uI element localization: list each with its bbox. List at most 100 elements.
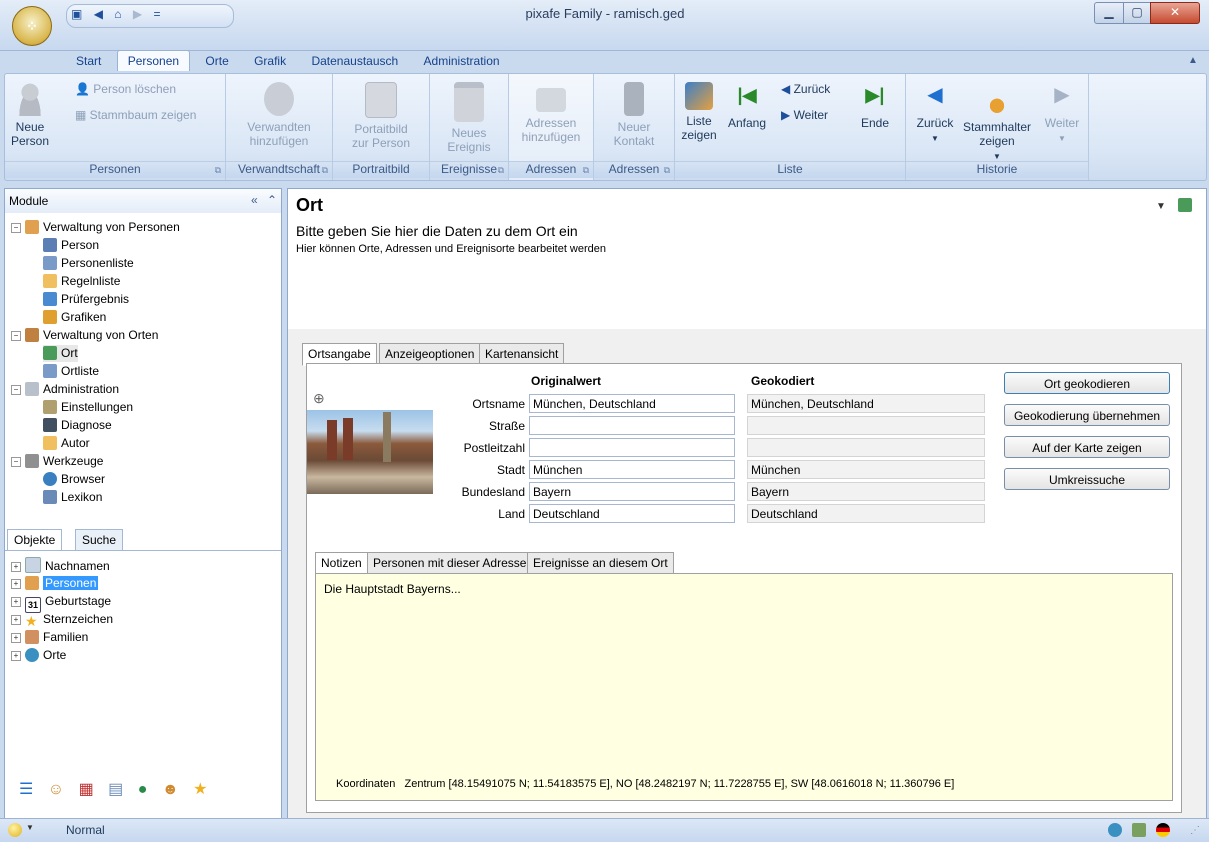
dropdown-icon[interactable]: ▼	[1156, 201, 1166, 212]
save-icon[interactable]: ▣	[67, 5, 86, 23]
tree-item[interactable]: Autor	[43, 435, 90, 452]
notes-textarea[interactable]: Die Hauptstadt Bayerns...	[315, 573, 1173, 801]
stammhalter-zeigen-button[interactable]: Stammhalter zeigen ▼	[958, 82, 1036, 164]
tab-administration[interactable]: Administration	[414, 51, 510, 71]
postleitzahl-field[interactable]	[529, 438, 735, 457]
maximize-button[interactable]: ▢	[1123, 2, 1151, 24]
dialog-launcher-icon[interactable]: ⧉	[215, 165, 221, 176]
dialog-launcher-icon[interactable]: ⧉	[583, 165, 589, 176]
german-flag-icon[interactable]	[1156, 823, 1170, 837]
dialog-launcher-icon[interactable]: ⧉	[498, 165, 504, 176]
weiter-button[interactable]: ▶ Weiter	[781, 108, 828, 122]
tree-item[interactable]: + Familien	[11, 629, 88, 646]
dialog-launcher-icon[interactable]: ⧉	[664, 165, 670, 176]
liste-zeigen-button[interactable]: Liste zeigen	[679, 82, 719, 142]
tab-personen-adresse[interactable]: Personen mit dieser Adresse	[367, 552, 533, 574]
ende-button[interactable]: ▶| Ende	[855, 86, 895, 130]
umkreissuche-button[interactable]: Umkreissuche	[1004, 468, 1170, 490]
adressen-hinzufuegen-button[interactable]: Adressen hinzufügen	[513, 82, 589, 144]
collapse-ribbon-icon[interactable]: ▲	[1188, 55, 1198, 66]
minimize-panel-icon[interactable]: ⌃	[267, 193, 277, 207]
portraitbild-button[interactable]: Portaitbild zur Person	[337, 82, 425, 150]
tree-item-selected[interactable]: Ort	[43, 345, 78, 362]
tree-item[interactable]: Person	[43, 237, 99, 254]
zurueck-button[interactable]: ◀ Zurück	[781, 82, 830, 96]
tower-shape	[327, 420, 337, 460]
stadt-field[interactable]: München	[529, 460, 735, 479]
historie-weiter-button[interactable]: ▶ Weiter ▼	[1040, 85, 1084, 146]
land-field[interactable]: Deutschland	[529, 504, 735, 523]
list-view-icon[interactable]: ☰	[19, 781, 33, 798]
tree-item[interactable]: +31 Geburtstage	[11, 593, 111, 613]
tree-item[interactable]: + Orte	[11, 647, 66, 664]
strasse-field[interactable]	[529, 416, 735, 435]
tree-item[interactable]: + ★ Sternzeichen	[11, 611, 113, 628]
tab-grafik[interactable]: Grafik	[244, 51, 296, 71]
tree-item[interactable]: Diagnose	[43, 417, 112, 434]
tab-ereignisse-ort[interactable]: Ereignisse an diesem Ort	[527, 552, 674, 574]
database-icon[interactable]	[1132, 823, 1146, 837]
person-loeschen-button[interactable]: 👤 Person löschen	[75, 82, 176, 96]
dialog-launcher-icon[interactable]: ⧉	[322, 165, 328, 176]
globe-icon[interactable]: ●	[138, 781, 148, 798]
tree-item[interactable]: Grafiken	[43, 309, 106, 326]
historie-zurueck-button[interactable]: ◀ Zurück ▼	[912, 85, 958, 146]
tab-suche[interactable]: Suche	[75, 529, 124, 551]
tab-anzeigeoptionen[interactable]: Anzeigeoptionen	[379, 343, 481, 365]
star-icon[interactable]: ★	[193, 781, 207, 798]
ort-geokodieren-button[interactable]: Ort geokodieren	[1004, 372, 1170, 394]
dropdown-icon[interactable]: ▼	[931, 134, 939, 143]
tree-item[interactable]: − Verwaltung von Personen	[11, 219, 180, 236]
tab-start[interactable]: Start	[66, 51, 111, 71]
collapse-panel-icon[interactable]: «	[251, 193, 258, 207]
dropdown-icon[interactable]: ▼	[26, 823, 34, 832]
tree-item[interactable]: Browser	[43, 471, 105, 488]
geokodierung-uebernehmen-button[interactable]: Geokodierung übernehmen	[1004, 404, 1170, 426]
tree-item-selected[interactable]: + Personen	[11, 575, 99, 592]
anfang-button[interactable]: |◀ Anfang	[725, 86, 769, 130]
close-button[interactable]: ✕	[1150, 2, 1200, 24]
neuer-kontakt-button[interactable]: Neuer Kontakt	[598, 82, 670, 148]
forward-arrow-icon[interactable]: ▶	[129, 5, 146, 23]
back-arrow-icon[interactable]: ◀	[90, 5, 107, 23]
qat-customize-button[interactable]: =	[149, 5, 164, 23]
status-mode-icon[interactable]	[8, 823, 22, 837]
neues-ereignis-button[interactable]: Neues Ereignis	[434, 82, 504, 154]
tree-item[interactable]: Prüfergebnis	[43, 291, 129, 308]
zoom-icon[interactable]: ⊕	[313, 390, 325, 407]
location-card-icon[interactable]	[1178, 198, 1192, 212]
tab-datenaustausch[interactable]: Datenaustausch	[301, 51, 408, 71]
group-adressen: Adressen hinzufügen Adressen ⧉	[509, 74, 594, 180]
tree-item[interactable]: − Administration	[11, 381, 119, 398]
bundesland-field[interactable]: Bayern	[529, 482, 735, 501]
tree-item[interactable]: Personenliste	[43, 255, 134, 272]
verwandten-hinzufuegen-button[interactable]: Verwandten hinzufügen	[234, 82, 324, 148]
application-menu-button[interactable]: ⁘	[12, 6, 52, 46]
tab-objekte[interactable]: Objekte	[7, 529, 63, 551]
tab-orte[interactable]: Orte	[195, 51, 238, 71]
home-icon[interactable]: ⌂	[110, 5, 125, 23]
tree-item[interactable]: + Nachnamen	[11, 557, 110, 574]
ortsname-field[interactable]: München, Deutschland	[529, 394, 735, 413]
tab-notizen[interactable]: Notizen	[315, 552, 368, 575]
tree-item[interactable]: Ortliste	[43, 363, 99, 380]
name-card-icon[interactable]: ▤	[108, 781, 123, 798]
auf-karte-zeigen-button[interactable]: Auf der Karte zeigen	[1004, 436, 1170, 458]
dropdown-icon[interactable]: ▼	[993, 152, 1001, 161]
minimize-button[interactable]: ▁	[1094, 2, 1124, 24]
tree-item[interactable]: Regelnliste	[43, 273, 120, 290]
stammbaum-zeigen-button[interactable]: ▦ Stammbaum zeigen	[75, 108, 196, 122]
tree-item[interactable]: Einstellungen	[43, 399, 133, 416]
people-icon[interactable]: ☺	[48, 781, 64, 798]
family-icon[interactable]: ☻	[162, 781, 179, 798]
resize-grip-icon[interactable]: ⋰	[1190, 825, 1200, 836]
tree-item[interactable]: − Werkzeuge	[11, 453, 103, 470]
dropdown-icon[interactable]: ▼	[1058, 134, 1066, 143]
neue-person-button[interactable]: Neue Person	[9, 82, 51, 148]
tree-item[interactable]: Lexikon	[43, 489, 102, 506]
tab-kartenansicht[interactable]: Kartenansicht	[479, 343, 565, 365]
tab-personen[interactable]: Personen	[116, 50, 191, 71]
event-icon[interactable]: ▦	[79, 781, 94, 798]
globe-icon[interactable]	[1108, 823, 1122, 837]
tree-item[interactable]: − Verwaltung von Orten	[11, 327, 158, 344]
